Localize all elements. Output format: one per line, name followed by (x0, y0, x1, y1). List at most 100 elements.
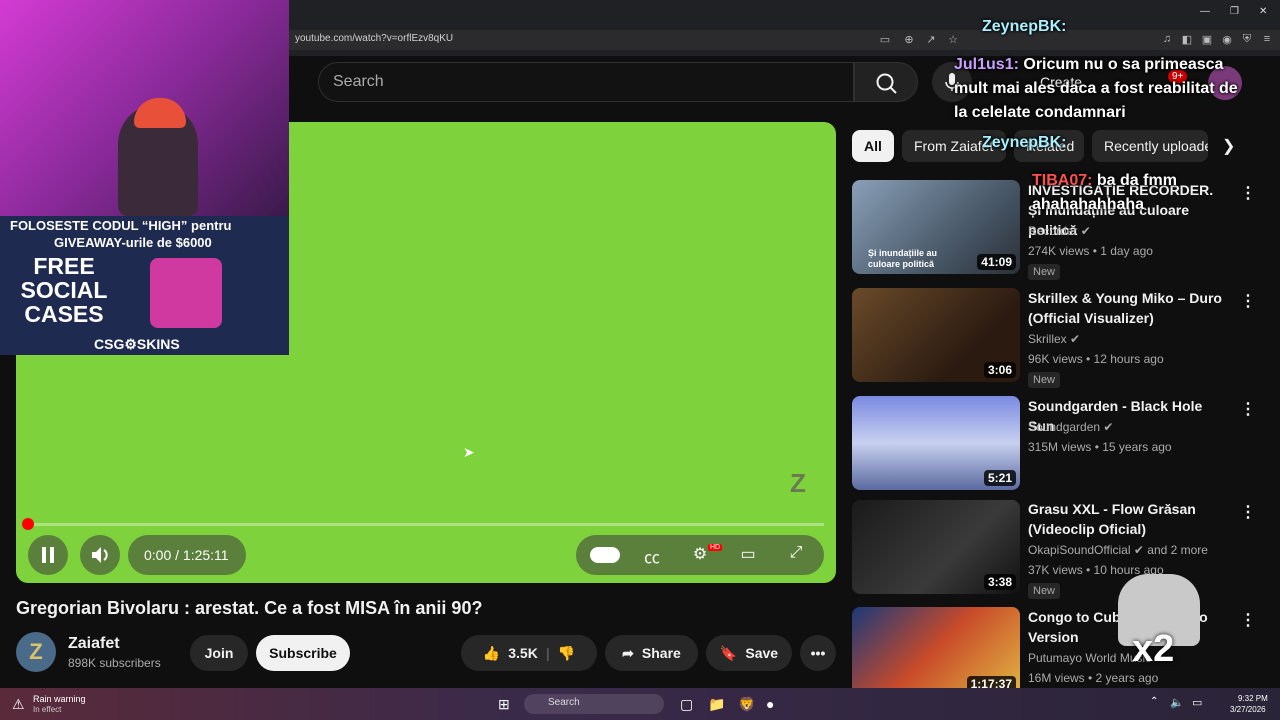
taskbar-date[interactable]: 3/27/2026 (1230, 705, 1266, 714)
channel-name-text[interactable]: OkapiSoundOfficial (1028, 543, 1131, 557)
more-vert-icon[interactable]: ⋮ (1240, 399, 1256, 419)
thumbs-up-icon[interactable]: 👍 (483, 645, 500, 662)
mouse-cursor-icon: ➤ (463, 444, 475, 460)
zoom-icon[interactable]: ⊕ (902, 33, 916, 46)
video-thumbnail[interactable]: 3:06 (852, 288, 1020, 382)
related-video-meta: 315M views • 15 years ago (1028, 440, 1172, 454)
related-video-meta: 96K views • 12 hours ago (1028, 352, 1164, 366)
save-label: Save (745, 645, 779, 661)
network-icon[interactable]: ▭ (1192, 696, 1202, 709)
sponsor-line2: GIVEAWAY-urile de $6000 (54, 235, 212, 250)
discord-icon[interactable]: ● (766, 696, 774, 712)
autoplay-toggle[interactable] (590, 547, 620, 563)
media-icon[interactable]: ♫ (1160, 33, 1174, 45)
video-thumbnail[interactable]: Și inundațiile au culoare politică 41:09 (852, 180, 1020, 274)
more-vert-icon[interactable]: ⋮ (1240, 502, 1256, 522)
sponsor-brand: CSG⚙SKINS (94, 336, 180, 352)
address-bar-url[interactable]: youtube.com/watch?v=orflEzv8qKU (295, 33, 453, 44)
task-view-icon[interactable]: ▢ (680, 696, 693, 713)
related-video-title[interactable]: Grasu XXL - Flow Grăsan (Videoclip Ofici… (1028, 499, 1228, 539)
pause-button[interactable] (28, 535, 68, 575)
verified-icon: ✔ (1070, 332, 1081, 346)
chat-message-2: Jul1us1: Oricum nu o sa primeasca mult m… (954, 53, 1254, 125)
channel-name-text[interactable]: Soundgarden (1028, 420, 1100, 434)
chat-user: ZeynepBK: (982, 134, 1067, 151)
verified-icon: ✔ (1080, 224, 1091, 238)
restore-icon[interactable]: ❐ (1230, 6, 1239, 17)
pause-icon (42, 547, 54, 563)
warning-icon[interactable]: ⚠ (12, 696, 25, 713)
channel-name-text[interactable]: Skrillex (1028, 332, 1067, 346)
share-page-icon[interactable]: ↗ (924, 33, 938, 46)
like-dislike-group[interactable]: 👍 3.5K | 👎 (461, 635, 597, 671)
subscribe-button[interactable]: Subscribe (256, 635, 350, 671)
cast-icon[interactable]: ▭ (878, 33, 892, 46)
new-badge: New (1028, 264, 1061, 280)
chip-recently-uploaded[interactable]: Recently uploaded (1092, 130, 1208, 162)
video-duration: 3:06 (983, 362, 1016, 378)
share-button[interactable]: ➦ Share (605, 635, 698, 671)
wallet-icon[interactable]: ▣ (1200, 33, 1214, 46)
more-horizontal-icon: ••• (810, 645, 826, 661)
video-thumbnail[interactable]: 1:17:37 (852, 607, 1020, 688)
more-vert-icon[interactable]: ⋮ (1240, 183, 1256, 203)
volume-icon (92, 547, 108, 563)
like-count[interactable]: 3.5K (508, 645, 538, 661)
sponsor-headline: FREE SOCIAL CASES (20, 253, 108, 327)
close-icon[interactable]: ✕ (1259, 6, 1267, 17)
verified-icon: ✔ (1103, 420, 1114, 434)
search-input[interactable] (318, 62, 854, 102)
browser-menu-icon[interactable]: ≡ (1260, 33, 1274, 45)
theater-mode-icon[interactable]: ▭ (736, 544, 760, 564)
sidebar-icon[interactable]: ◧ (1180, 33, 1194, 46)
related-video-title[interactable]: Skrillex & Young Miko – Duro (Official V… (1028, 288, 1228, 328)
video-thumbnail[interactable]: 5:21 (852, 396, 1020, 490)
join-label: Join (204, 645, 234, 661)
video-thumbnail[interactable]: 3:38 (852, 500, 1020, 594)
related-channel-name[interactable]: Soundgarden ✔ (1028, 420, 1113, 434)
channel-name[interactable]: Zaiafet (68, 635, 120, 653)
windows-start-icon[interactable]: ⊞ (498, 696, 510, 713)
volume-button[interactable] (80, 535, 120, 575)
weather-subtitle[interactable]: In effect (33, 705, 61, 714)
channel-watermark-icon[interactable]: Z (790, 468, 806, 499)
progress-scrubber[interactable] (22, 518, 34, 530)
file-explorer-icon[interactable]: 📁 (708, 696, 725, 713)
related-channel-name[interactable]: OkapiSoundOfficial ✔ and 2 more (1028, 543, 1208, 557)
thumbs-down-icon[interactable]: 👎 (558, 645, 575, 662)
sponsor-line1: FOLOSESTE CODUL “HIGH” pentru (10, 218, 232, 233)
subtitles-icon[interactable]: ㏄ (640, 544, 664, 568)
related-channel-name[interactable]: Recorder ✔ (1028, 224, 1091, 238)
channel-avatar[interactable]: Z (16, 632, 56, 672)
shield-icon[interactable]: ⛨ (1240, 33, 1254, 46)
progress-bar[interactable] (28, 523, 824, 526)
chip-all[interactable]: All (852, 130, 894, 162)
time-display: 0:00 / 1:25:11 (144, 547, 229, 563)
bookmark-star-icon[interactable]: ☆ (946, 33, 960, 46)
more-vert-icon[interactable]: ⋮ (1240, 291, 1256, 311)
chat-message-3: ZeynepBK: (982, 134, 1066, 152)
save-button[interactable]: 🔖 Save (706, 635, 792, 671)
speaker-icon[interactable]: 🔈 (1170, 696, 1184, 709)
tray-chevron-icon[interactable]: ⌃ (1150, 696, 1158, 707)
taskbar-time[interactable]: 9:32 PM (1238, 694, 1268, 703)
brave-browser-icon[interactable]: 🦁 (738, 696, 755, 713)
chevron-right-icon[interactable]: ❯ (1222, 136, 1235, 156)
related-channel-name[interactable]: Skrillex ✔ (1028, 332, 1080, 346)
share-label: Share (641, 645, 681, 661)
fullscreen-icon[interactable]: ⤢ (784, 544, 808, 562)
video-duration: 5:21 (983, 470, 1016, 486)
join-button[interactable]: Join (190, 635, 248, 671)
weather-title[interactable]: Rain warning (33, 694, 86, 704)
video-duration: 3:38 (983, 574, 1016, 590)
channel-extra: and 2 more (1147, 543, 1208, 557)
channel-name-text[interactable]: Recorder (1028, 224, 1077, 238)
minimize-icon[interactable]: — (1200, 6, 1210, 17)
more-actions-button[interactable]: ••• (800, 635, 836, 671)
search-button[interactable] (854, 62, 918, 102)
taskbar-search[interactable]: Search (524, 694, 664, 714)
subscriber-count: 898K subscribers (68, 656, 161, 670)
search-placeholder[interactable]: Search (333, 73, 384, 91)
more-vert-icon[interactable]: ⋮ (1240, 610, 1256, 630)
vpn-icon[interactable]: ◉ (1220, 33, 1234, 46)
